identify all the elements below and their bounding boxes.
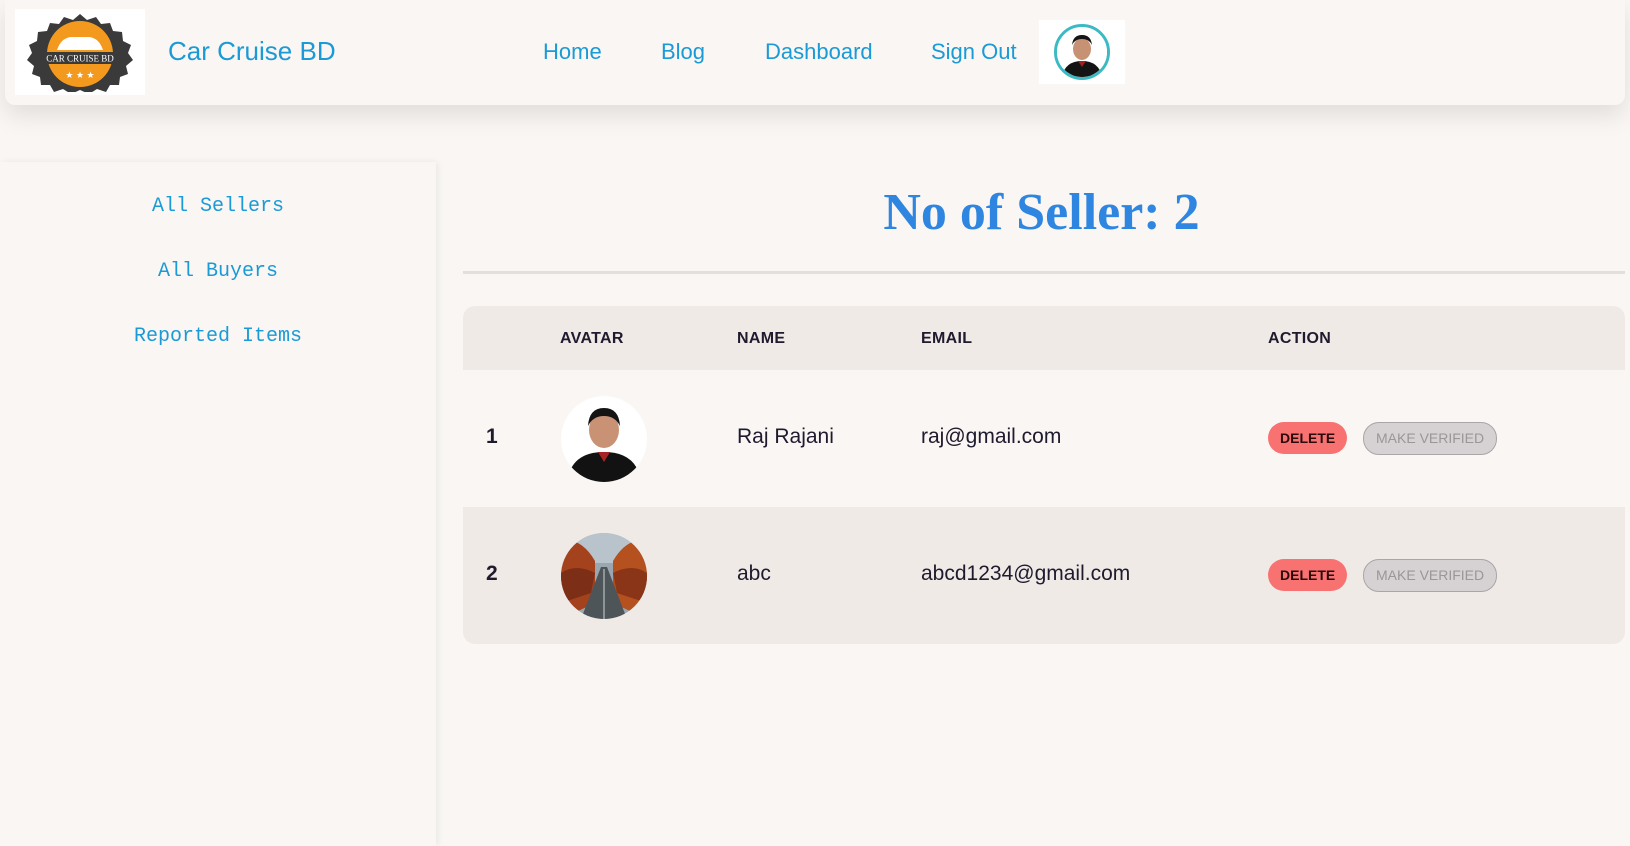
svg-text:★ ★ ★: ★ ★ ★	[65, 70, 94, 80]
seller-name: abc	[737, 562, 771, 585]
column-header-action: ACTION	[1268, 330, 1332, 347]
seller-name: Raj Rajani	[737, 425, 834, 448]
row-index: 2	[486, 562, 498, 585]
logo-badge-icon: CAR CRUISE BD ★ ★ ★	[27, 14, 133, 92]
column-header-email: EMAIL	[921, 330, 973, 347]
seller-email: raj@gmail.com	[921, 425, 1062, 448]
nav-sign-out-link[interactable]: Sign Out	[931, 39, 1017, 65]
page-title: No of Seller: 2	[883, 184, 1200, 241]
avatar	[1054, 24, 1110, 80]
nav-blog-link[interactable]: Blog	[661, 39, 705, 65]
person-photo-icon	[561, 396, 647, 482]
column-header-name: NAME	[737, 330, 786, 347]
seller-avatar	[561, 396, 647, 482]
table-header-row: AVATAR NAME EMAIL ACTION	[463, 306, 1625, 370]
table-row: 2 abc abcd1234@gmail.com DELETE MAKE VER…	[463, 507, 1625, 644]
user-avatar-button[interactable]	[1039, 20, 1125, 84]
divider	[463, 271, 1625, 274]
sidebar-item-all-buyers[interactable]: All Buyers	[0, 260, 436, 283]
make-verified-button[interactable]: MAKE VERIFIED	[1363, 559, 1498, 592]
row-index: 1	[486, 425, 498, 448]
person-photo-icon	[1057, 27, 1107, 77]
top-navbar: CAR CRUISE BD ★ ★ ★ Car Cruise BD Home B…	[5, 0, 1625, 105]
sidebar: All Sellers All Buyers Reported Items	[0, 162, 436, 846]
autumn-road-photo-icon	[561, 533, 647, 619]
delete-button[interactable]: DELETE	[1268, 559, 1348, 591]
make-verified-button[interactable]: MAKE VERIFIED	[1363, 422, 1498, 455]
table-row: 1 Raj Rajani raj@gmail.com DELETE MAKE V…	[463, 370, 1625, 507]
seller-avatar	[561, 533, 647, 619]
brand-name[interactable]: Car Cruise BD	[168, 36, 336, 67]
nav-dashboard-link[interactable]: Dashboard	[765, 39, 873, 65]
sellers-table: AVATAR NAME EMAIL ACTION 1 Raj Rajani ra…	[463, 306, 1625, 644]
seller-email: abcd1234@gmail.com	[921, 562, 1131, 585]
nav-home-link[interactable]: Home	[543, 39, 602, 65]
sidebar-item-all-sellers[interactable]: All Sellers	[0, 195, 436, 218]
delete-button[interactable]: DELETE	[1268, 422, 1348, 454]
sidebar-item-reported-items[interactable]: Reported Items	[0, 325, 436, 348]
column-header-avatar: AVATAR	[560, 330, 624, 347]
logo-text: CAR CRUISE BD	[46, 54, 114, 64]
site-logo[interactable]: CAR CRUISE BD ★ ★ ★	[15, 9, 145, 95]
